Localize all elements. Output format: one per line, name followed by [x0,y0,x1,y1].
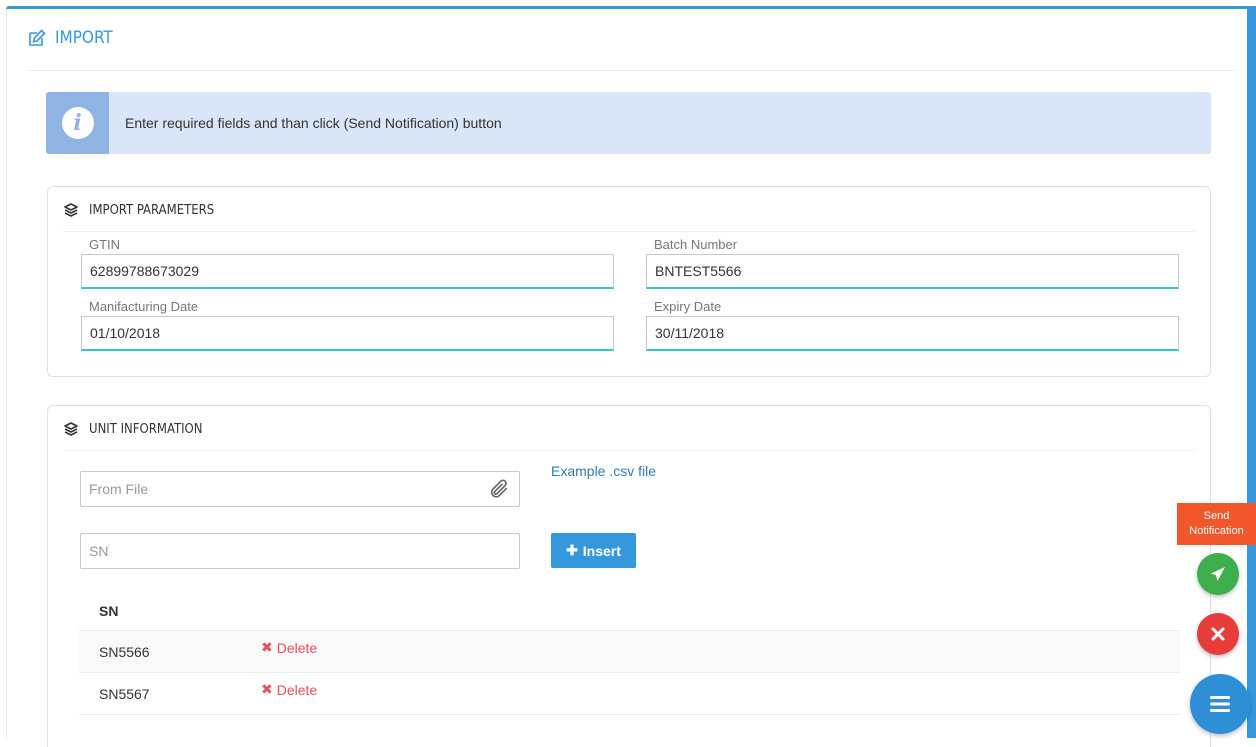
import-parameters-panel: IMPORT PARAMETERS GTIN Batch Number Mani… [47,186,1211,377]
paper-plane-icon [1211,567,1225,581]
unit-information-panel: UNIT INFORMATION Example .csv file ✚ Ins… [47,405,1211,747]
send-notification-button[interactable] [1197,553,1239,595]
delete-x-icon: ✖ [261,681,273,697]
layers-icon [64,203,78,217]
header-divider [27,70,1235,71]
insert-button-label: Insert [582,542,621,559]
plus-icon: ✚ [566,542,578,558]
page-title: IMPORT [55,28,113,48]
sn-cell: SN5566 [99,643,150,660]
manufacturing-date-label: Manifacturing Date [89,299,199,314]
close-button[interactable] [1197,613,1239,655]
example-csv-link[interactable]: Example .csv file [551,463,656,479]
page-header: IMPORT [27,23,113,53]
expiry-date-label: Expiry Date [654,299,722,314]
layers-icon [64,422,78,436]
sn-cell: SN5567 [99,685,150,702]
panel-divider [63,450,1195,451]
import-parameters-title: IMPORT PARAMETERS [63,202,214,218]
unit-information-title: UNIT INFORMATION [63,421,202,437]
delete-label: Delete [276,639,318,656]
delete-link[interactable]: ✖ Delete [261,681,317,698]
send-label-line1: Send [1203,510,1230,522]
table-row: SN5566 ✖ Delete [79,631,1180,673]
info-icon: i [61,107,94,139]
batch-number-input[interactable] [646,254,1179,289]
table-header: SN [79,591,1180,631]
delete-label: Delete [276,681,318,698]
batch-number-label: Batch Number [654,237,738,252]
page: IMPORT i Enter required fields and than … [0,0,1256,747]
send-label-line2: Notification [1189,525,1244,537]
panel-divider [63,231,1195,232]
alert-icon-box: i [46,92,109,154]
right-edge-bar [1247,6,1256,738]
sn-input[interactable] [80,533,520,569]
edit-icon [29,29,46,46]
manufacturing-date-input[interactable] [81,316,614,351]
send-notification-label[interactable]: Send Notification [1177,503,1256,545]
sn-column-header: SN [99,602,119,619]
table-row: SN5567 ✖ Delete [79,673,1180,715]
expiry-date-input[interactable] [646,316,1179,351]
menu-button[interactable] [1190,674,1250,734]
delete-link[interactable]: ✖ Delete [261,639,317,656]
sn-table: SN SN5566 ✖ Delete SN5567 ✖ Delete [79,591,1180,715]
from-file-input[interactable] [80,471,520,507]
panel-title-text: IMPORT PARAMETERS [89,202,215,218]
insert-button[interactable]: ✚ Insert [551,533,636,568]
gtin-label: GTIN [89,237,121,252]
alert-text: Enter required fields and than click (Se… [125,115,502,131]
gtin-input[interactable] [81,254,614,289]
panel-title-text: UNIT INFORMATION [89,421,203,437]
hamburger-menu-icon [1210,696,1230,712]
import-card: IMPORT i Enter required fields and than … [6,9,1247,747]
close-icon [1211,627,1225,641]
delete-x-icon: ✖ [261,639,273,655]
info-alert: i Enter required fields and than click (… [46,92,1211,154]
paperclip-icon[interactable] [488,478,510,500]
